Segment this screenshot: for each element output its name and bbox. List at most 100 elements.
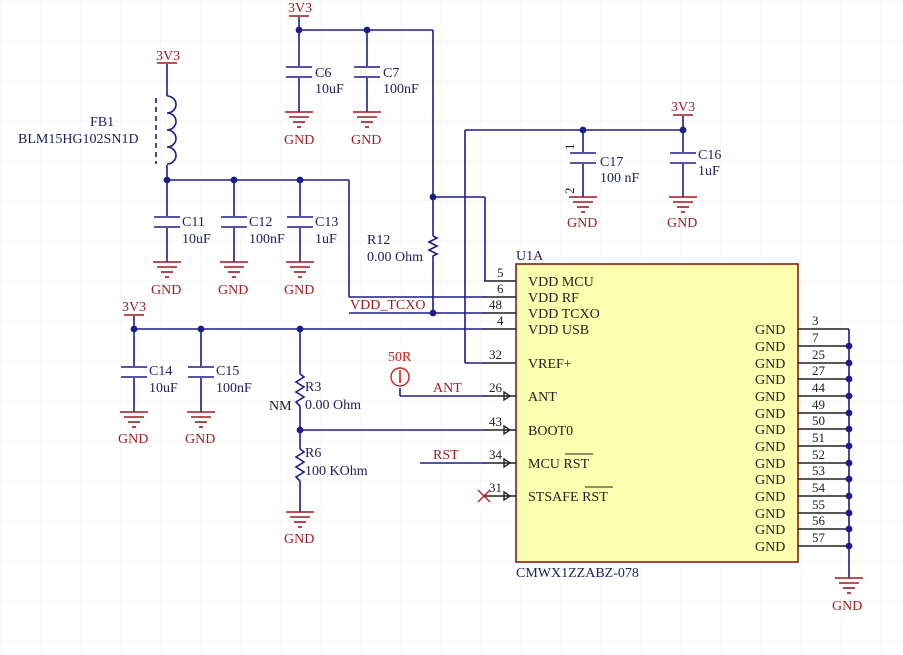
c17-designator: C17 <box>600 155 623 170</box>
ic-u1a-part-number: CMWX1ZZABZ-078 <box>516 566 639 581</box>
c13-value: 1uF <box>315 232 337 247</box>
pin-number: 57 <box>812 530 826 545</box>
pin-name: GND <box>755 340 785 355</box>
net-label-vdd-tcxo[interactable]: VDD_TCXO <box>350 298 425 313</box>
pin-number: 7 <box>812 330 819 345</box>
r3-designator: R3 <box>305 380 321 395</box>
net-label-text: VDD_TCXO <box>350 298 425 313</box>
pin-name: GND <box>755 523 785 538</box>
pin-name: MCU RST <box>528 457 590 472</box>
pin-number: 26 <box>489 380 503 395</box>
pin-number: 3 <box>812 313 819 328</box>
pin-number: 44 <box>812 380 826 395</box>
pin-number: 6 <box>497 281 504 296</box>
gnd-label: GND <box>667 216 697 231</box>
pin-name: STSAFE RST <box>528 490 608 505</box>
fb1-designator: FB1 <box>90 115 114 130</box>
pin-name: GND <box>755 357 785 372</box>
pin-name: GND <box>755 473 785 488</box>
power-port-3v3[interactable]: 3V3 <box>288 1 312 17</box>
c15-designator: C15 <box>216 364 239 379</box>
ic-u1a-designator: U1A <box>516 249 544 264</box>
pin-number: 50 <box>812 413 825 428</box>
power-label: 3V3 <box>122 300 146 315</box>
c16-value: 1uF <box>698 164 720 179</box>
pin-number: 4 <box>497 313 504 328</box>
pin-number: 25 <box>812 347 825 362</box>
power-port-3v3[interactable]: 3V3 <box>671 100 695 116</box>
net-label-text: ANT <box>433 381 462 396</box>
c15-value: 100nF <box>216 381 252 396</box>
pin-number: 48 <box>489 297 502 312</box>
power-port-3v3[interactable]: 3V3 <box>122 300 146 316</box>
net-label-rst[interactable]: RST <box>433 448 459 463</box>
pin-number: 43 <box>489 414 502 429</box>
pin-number: 27 <box>812 363 826 378</box>
c12-value: 100nF <box>249 232 285 247</box>
gnd-label: GND <box>185 432 215 447</box>
pin-number: 52 <box>812 447 825 462</box>
net-label-text: RST <box>433 448 459 463</box>
pin-number: 31 <box>489 480 502 495</box>
pin-name: VDD USB <box>528 323 589 338</box>
gnd-label: GND <box>351 133 381 148</box>
pin-name: VDD RF <box>528 291 579 306</box>
gnd-label: GND <box>832 599 862 614</box>
pin-name: GND <box>755 423 785 438</box>
gnd-label: GND <box>284 283 314 298</box>
pin-number: 54 <box>812 480 826 495</box>
pin-number: 55 <box>812 497 825 512</box>
pin-name: GND <box>755 440 785 455</box>
pin-number: 32 <box>489 347 502 362</box>
r6-designator: R6 <box>305 446 321 461</box>
gnd-label: GND <box>284 532 314 547</box>
c6-value: 10uF <box>315 82 344 97</box>
power-label: 3V3 <box>671 100 695 115</box>
gnd-label: GND <box>567 216 597 231</box>
pin-number: 5 <box>497 265 504 280</box>
c12-designator: C12 <box>249 215 272 230</box>
pin-number: 51 <box>812 430 825 445</box>
r12-designator: R12 <box>367 233 390 248</box>
c17-pin-1: 1 <box>562 144 577 151</box>
r3-not-mounted-note: NM <box>269 399 292 414</box>
power-label: 3V3 <box>156 49 180 64</box>
r12-value: 0.00 Ohm <box>367 250 423 265</box>
r3-value: 0.00 Ohm <box>305 398 361 413</box>
pin-name: GND <box>755 323 785 338</box>
ic-left-pin-numbers: 5 6 48 4 32 26 43 34 31 <box>489 265 504 495</box>
c13-designator: C13 <box>315 215 338 230</box>
pin-name: GND <box>755 457 785 472</box>
gnd-label: GND <box>218 283 248 298</box>
c11-value: 10uF <box>182 232 211 247</box>
pin-name: ANT <box>528 390 557 405</box>
power-label: 3V3 <box>288 1 312 16</box>
c14-value: 10uF <box>149 381 178 396</box>
pin-name: BOOT0 <box>528 424 573 439</box>
pin-name: GND <box>755 373 785 388</box>
pin-name: VDD MCU <box>528 275 594 290</box>
c7-value: 100nF <box>383 82 419 97</box>
power-port-3v3[interactable]: 3V3 <box>156 49 180 64</box>
pin-name: GND <box>755 390 785 405</box>
c11-designator: C11 <box>182 215 205 230</box>
net-label-ant[interactable]: ANT <box>433 381 462 396</box>
gnd-label: GND <box>151 283 181 298</box>
pin-name: VDD TCXO <box>528 307 600 322</box>
pin-number: 34 <box>489 447 503 462</box>
test-point-label: 50R <box>388 350 412 365</box>
c16-designator: C16 <box>698 148 721 163</box>
c6-designator: C6 <box>315 66 331 81</box>
pin-name: VREF+ <box>528 357 572 372</box>
pin-number: 56 <box>812 513 826 528</box>
pin-name: GND <box>755 540 785 555</box>
pin-number: 49 <box>812 397 825 412</box>
c17-pin-2: 2 <box>562 188 577 195</box>
pin-name: GND <box>755 507 785 522</box>
c14-designator: C14 <box>149 364 172 379</box>
pin-name: GND <box>755 490 785 505</box>
pin-name: GND <box>755 407 785 422</box>
c17-value: 100 nF <box>600 171 640 186</box>
gnd-label: GND <box>284 133 314 148</box>
pin-number: 53 <box>812 463 825 478</box>
